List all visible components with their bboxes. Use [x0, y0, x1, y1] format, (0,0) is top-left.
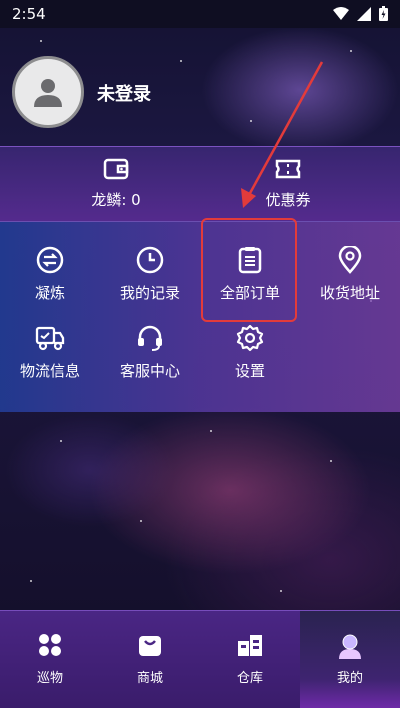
nav-item-label: 巡物: [36, 671, 63, 686]
shopping-bag-icon: [139, 636, 161, 656]
headset-icon: [138, 325, 162, 351]
bottom-nav: 巡物 商城 仓库 我的: [0, 610, 400, 708]
status-time: 2:54: [12, 5, 46, 23]
clock-icon: [136, 246, 164, 274]
balance-label: 龙鳞: 0: [91, 191, 141, 209]
battery-icon: [379, 6, 388, 21]
gear-icon: [236, 324, 264, 352]
location-pin-icon: [338, 246, 362, 274]
menu-item-label: 设置: [234, 362, 265, 380]
menu-item-customer-service[interactable]: 客服中心: [100, 322, 200, 381]
avatar[interactable]: [12, 56, 84, 128]
login-status[interactable]: 未登录: [97, 80, 151, 106]
ticket-icon: [275, 159, 301, 179]
balance-item[interactable]: 龙鳞: 0: [56, 157, 176, 210]
menu-item-records[interactable]: 我的记录: [100, 244, 200, 303]
wifi-icon: [333, 6, 349, 20]
truck-icon: [35, 326, 65, 351]
exchange-icon: [36, 246, 64, 274]
coupons-item[interactable]: 优惠券: [228, 157, 348, 210]
coupons-label: 优惠券: [265, 191, 311, 209]
menu-item-label: 收货地址: [319, 284, 380, 302]
grid-icon: [39, 634, 61, 656]
nav-item-mall[interactable]: 商城: [100, 611, 200, 708]
system-icons: [333, 6, 388, 21]
menu-item-label: 凝炼: [34, 284, 65, 302]
menu-item-label: 客服中心: [119, 362, 180, 380]
menu-item-address[interactable]: 收货地址: [300, 244, 400, 303]
wallet-panel: 龙鳞: 0 优惠券: [0, 146, 400, 222]
cell-signal-icon: [357, 6, 371, 21]
nav-item-mine[interactable]: 我的: [300, 611, 400, 708]
warehouse-icon: [238, 635, 262, 656]
user-icon: [34, 79, 62, 107]
nav-item-explore[interactable]: 巡物: [0, 611, 100, 708]
wallet-icon: [103, 158, 129, 180]
nav-item-label: 商城: [136, 671, 163, 686]
menu-item-refine[interactable]: 凝炼: [0, 244, 100, 303]
menu-item-logistics[interactable]: 物流信息: [0, 322, 100, 381]
profile-icon: [339, 634, 361, 659]
menu-item-label: 物流信息: [19, 362, 80, 380]
menu-item-settings[interactable]: 设置: [200, 322, 300, 381]
menu-item-label: 我的记录: [119, 284, 180, 302]
nav-item-warehouse[interactable]: 仓库: [200, 611, 300, 708]
status-bar: 2:54: [0, 0, 400, 28]
nav-item-label: 仓库: [236, 671, 263, 686]
nav-item-label: 我的: [336, 671, 363, 686]
highlight-box: [201, 218, 297, 322]
